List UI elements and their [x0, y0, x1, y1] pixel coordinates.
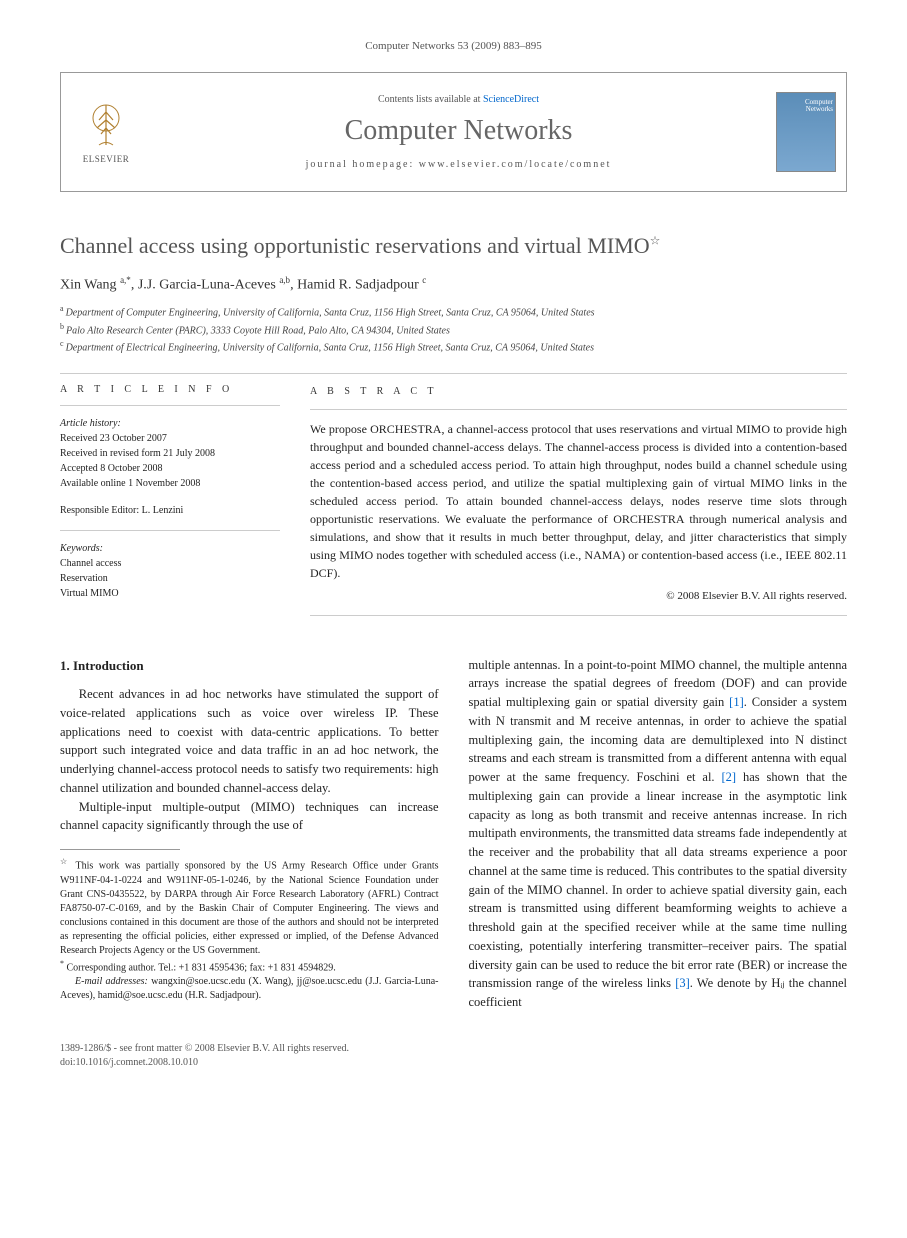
email-label: E-mail addresses:: [75, 976, 148, 987]
reference-link[interactable]: [2]: [721, 770, 736, 784]
responsible-editor: Responsible Editor: L. Lenzini: [60, 503, 280, 518]
footnote-emails: E-mail addresses: wangxin@soe.ucsc.edu (…: [60, 975, 439, 1003]
abstract-text: We propose ORCHESTRA, a channel-access p…: [310, 420, 847, 582]
affiliations: aDepartment of Computer Engineering, Uni…: [60, 303, 847, 355]
article-title: Channel access using opportunistic reser…: [60, 232, 847, 261]
info-abstract-row: A R T I C L E I N F O Article history: R…: [60, 384, 847, 626]
homepage-prefix: journal homepage:: [306, 159, 419, 170]
abstract-copyright: © 2008 Elsevier B.V. All rights reserved…: [310, 588, 847, 605]
paragraph: Multiple-input multiple-output (MIMO) te…: [60, 798, 439, 836]
footnote-separator: [60, 849, 180, 850]
divider: [60, 530, 280, 531]
abstract-label: A B S T R A C T: [310, 384, 847, 399]
affiliation-a: aDepartment of Computer Engineering, Uni…: [60, 303, 847, 320]
journal-header-box: ELSEVIER Contents lists available at Sci…: [60, 72, 847, 192]
divider: [310, 409, 847, 410]
footnote-corresponding: * Corresponding author. Tel.: +1 831 459…: [60, 958, 439, 975]
keywords-block: Keywords: Channel access Reservation Vir…: [60, 541, 280, 601]
footer-copyright: 1389-1286/$ - see front matter © 2008 El…: [60, 1042, 847, 1056]
footer-doi: doi:10.1016/j.comnet.2008.10.010: [60, 1056, 847, 1070]
section-title: Introduction: [73, 658, 144, 673]
homepage-line: journal homepage: www.elsevier.com/locat…: [306, 159, 612, 170]
affiliation-c: cDepartment of Electrical Engineering, U…: [60, 338, 847, 355]
history-revised: Received in revised form 21 July 2008: [60, 446, 280, 461]
history-accepted: Accepted 8 October 2008: [60, 461, 280, 476]
footnote-marker: *: [60, 959, 64, 968]
homepage-url: www.elsevier.com/locate/comnet: [419, 159, 612, 170]
cover-thumb-title: Computer Networks: [779, 99, 833, 113]
footnote-funding: ☆ This work was partially sponsored by t…: [60, 856, 439, 957]
article-info-label: A R T I C L E I N F O: [60, 384, 280, 395]
keyword: Virtual MIMO: [60, 586, 280, 601]
elsevier-label: ELSEVIER: [83, 154, 130, 164]
body-text: has shown that the multiplexing gain can…: [469, 770, 848, 990]
history-label: Article history:: [60, 416, 280, 431]
footnote-corr-text: Corresponding author. Tel.: +1 831 45954…: [67, 962, 336, 973]
divider: [310, 615, 847, 616]
article-info-column: A R T I C L E I N F O Article history: R…: [60, 384, 280, 626]
elsevier-logo: ELSEVIER: [61, 73, 151, 191]
elsevier-tree-icon: [81, 100, 131, 150]
cover-thumbnail-image: Computer Networks: [776, 92, 836, 172]
reference-link[interactable]: [1]: [729, 695, 744, 709]
header-citation: Computer Networks 53 (2009) 883–895: [60, 40, 847, 52]
keywords-label: Keywords:: [60, 541, 280, 556]
editor-name: L. Lenzini: [142, 505, 184, 516]
contents-available-line: Contents lists available at ScienceDirec…: [378, 94, 539, 105]
affiliation-b: bPalo Alto Research Center (PARC), 3333 …: [60, 321, 847, 338]
title-text: Channel access using opportunistic reser…: [60, 233, 650, 258]
footnote-marker: ☆: [60, 857, 70, 866]
section-number: 1.: [60, 658, 70, 673]
paragraph: multiple antennas. In a point-to-point M…: [469, 656, 848, 1012]
keyword: Reservation: [60, 571, 280, 586]
editor-label: Responsible Editor:: [60, 505, 139, 516]
section-heading: 1. Introduction: [60, 656, 439, 676]
cover-thumbnail: Computer Networks: [766, 73, 846, 191]
article-history: Article history: Received 23 October 200…: [60, 416, 280, 491]
sciencedirect-link[interactable]: ScienceDirect: [483, 94, 539, 105]
footnote-funding-text: This work was partially sponsored by the…: [60, 861, 439, 956]
title-footnote-marker: ☆: [650, 234, 661, 248]
history-received: Received 23 October 2007: [60, 431, 280, 446]
authors-line: Xin Wang a,*, J.J. Garcia-Luna-Aceves a,…: [60, 275, 847, 294]
footer: 1389-1286/$ - see front matter © 2008 El…: [60, 1042, 847, 1070]
contents-prefix: Contents lists available at: [378, 94, 483, 105]
paragraph: Recent advances in ad hoc networks have …: [60, 685, 439, 798]
divider: [60, 373, 847, 374]
abstract-column: A B S T R A C T We propose ORCHESTRA, a …: [310, 384, 847, 626]
reference-link[interactable]: [3]: [675, 976, 690, 990]
history-online: Available online 1 November 2008: [60, 476, 280, 491]
journal-center: Contents lists available at ScienceDirec…: [151, 73, 766, 191]
divider: [60, 405, 280, 406]
keyword: Channel access: [60, 556, 280, 571]
body-columns: 1. Introduction Recent advances in ad ho…: [60, 656, 847, 1012]
journal-name: Computer Networks: [345, 115, 573, 147]
